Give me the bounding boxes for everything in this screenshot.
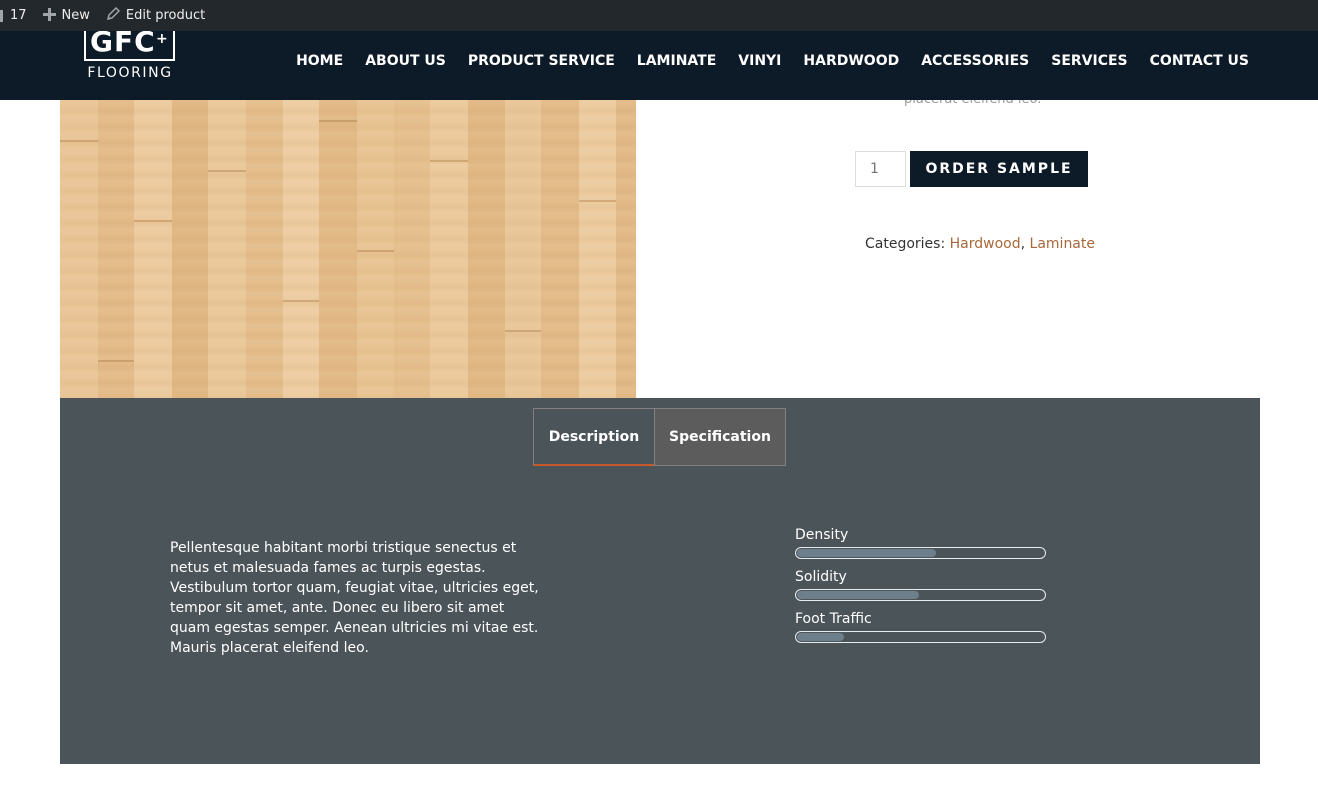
tab-specification[interactable]: Specification: [654, 408, 786, 466]
spec-foot-traffic: Foot Traffic: [795, 610, 1047, 643]
progress-bar: [795, 589, 1046, 601]
nav-laminate[interactable]: LAMINATE: [637, 53, 716, 69]
site-header: GFC + FLOORING HOME ABOUT US PRODUCT SER…: [0, 31, 1318, 100]
quantity-input[interactable]: 1: [855, 151, 906, 187]
progress-fill: [797, 633, 845, 641]
nav-services[interactable]: SERVICES: [1051, 53, 1127, 69]
site-logo[interactable]: GFC + FLOORING: [84, 31, 176, 93]
logo-letters: GFC: [90, 31, 156, 58]
new-item[interactable]: New: [35, 0, 98, 31]
progress-bar: [795, 547, 1046, 559]
edit-product-label: Edit product: [125, 8, 206, 23]
nav-accessories[interactable]: ACCESSORIES: [921, 53, 1029, 69]
new-label: New: [61, 8, 90, 23]
nav-product-service[interactable]: PRODUCT SERVICE: [468, 53, 615, 69]
category-link-laminate[interactable]: Laminate: [1030, 236, 1095, 252]
progress-fill: [797, 549, 937, 557]
spec-label: Solidity: [795, 569, 847, 585]
progress-bar: [795, 631, 1046, 643]
product-image[interactable]: [60, 100, 636, 398]
tab-description[interactable]: Description: [533, 408, 655, 466]
comments-count-item[interactable]: 17: [0, 0, 35, 31]
nav-vinyl[interactable]: VINYI: [738, 53, 781, 69]
nav-home[interactable]: HOME: [296, 53, 343, 69]
admin-bar: 17 New Edit product: [0, 0, 1318, 31]
order-sample-button[interactable]: ORDER SAMPLE: [910, 151, 1088, 187]
spec-label: Foot Traffic: [795, 611, 872, 627]
product-tabs-panel: Description Specification Pellentesque h…: [60, 398, 1260, 764]
nav-contact-us[interactable]: CONTACT US: [1150, 53, 1249, 69]
nav-hardwood[interactable]: HARDWOOD: [803, 53, 899, 69]
maple-leaf-icon: +: [156, 31, 168, 47]
category-separator: ,: [1020, 236, 1026, 252]
edit-product-item[interactable]: Edit product: [98, 0, 213, 31]
product-categories: Categories: Hardwood, Laminate: [865, 236, 1095, 252]
spec-solidity: Solidity: [795, 568, 1047, 601]
categories-label: Categories:: [865, 236, 946, 252]
pencil-icon: [106, 6, 120, 25]
nav-about-us[interactable]: ABOUT US: [365, 53, 446, 69]
admin-bar-edge-icon: [0, 10, 3, 22]
description-text: Pellentesque habitant morbi tristique se…: [170, 540, 539, 656]
progress-fill: [797, 591, 919, 599]
logo-text: FLOORING: [87, 65, 173, 81]
spec-density: Density: [795, 526, 1047, 559]
comments-count: 17: [10, 8, 27, 23]
tab-list: Description Specification: [533, 408, 786, 466]
category-link-hardwood[interactable]: Hardwood: [950, 236, 1021, 252]
spec-label: Density: [795, 527, 849, 543]
plus-icon: [42, 7, 56, 25]
main-nav: HOME ABOUT US PRODUCT SERVICE LAMINATE V…: [296, 31, 1249, 91]
spec-bars: Density Solidity Foot Traffic: [795, 526, 1047, 652]
